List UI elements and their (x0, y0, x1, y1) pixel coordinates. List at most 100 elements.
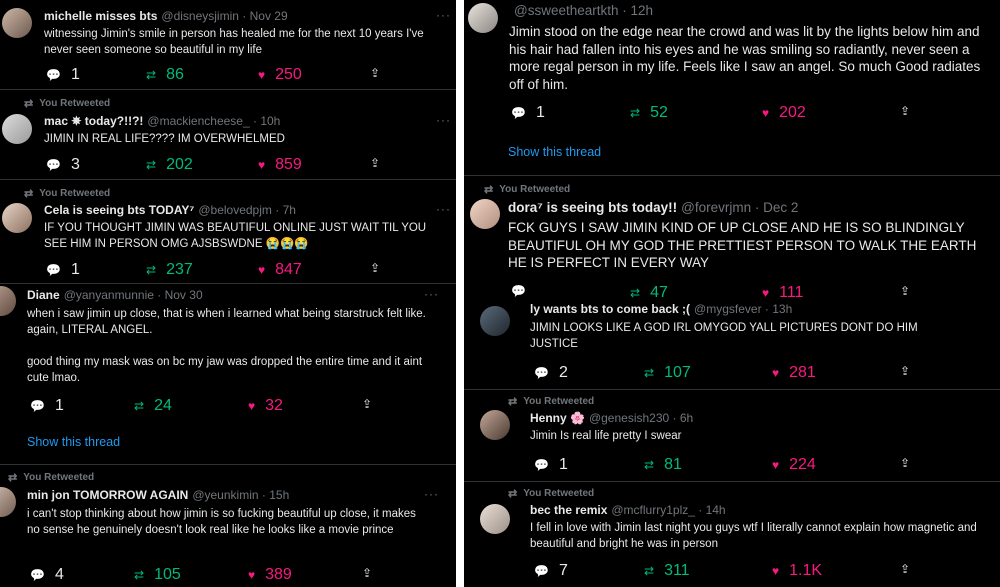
handle[interactable]: @mcflurry1plz_ (611, 503, 695, 517)
timestamp[interactable]: · 14h (698, 503, 725, 517)
reply-button[interactable]: 💬 (511, 284, 536, 298)
like-button[interactable]: ♥ 111 (762, 284, 803, 302)
timestamp[interactable]: · Nov 29 (242, 9, 287, 23)
tweet-card[interactable]: ⇄ You Retweeted dora⁷ is seeing bts today… (464, 176, 1000, 304)
share-button[interactable]: ⇪ (370, 261, 380, 275)
share-button[interactable]: ⇪ (900, 364, 910, 378)
tweet-card[interactable]: Diane @yanyanmunnie · Nov 30 ··· when i s… (0, 284, 456, 465)
share-button[interactable]: ⇪ (370, 156, 380, 170)
avatar[interactable] (2, 8, 32, 38)
avatar[interactable] (480, 410, 510, 440)
retweet-button[interactable]: ⇄ 24 (134, 397, 172, 415)
reply-button[interactable]: 💬 4 (30, 566, 64, 584)
like-button[interactable]: ♥ 1.1K (772, 562, 822, 580)
display-name[interactable]: min jon TOMORROW AGAIN (27, 488, 188, 502)
display-name[interactable]: bec the remix (530, 503, 607, 517)
display-name[interactable]: dora⁷ is seeing bts today!! (508, 200, 677, 215)
avatar[interactable] (480, 504, 510, 534)
like-button[interactable]: ♥ 859 (258, 156, 302, 174)
show-thread-link[interactable]: Show this thread (508, 145, 601, 159)
display-name[interactable]: Cela is seeing bts TODAY⁷ (44, 203, 194, 217)
tweet-card[interactable]: ⇄ You Retweeted mac ✵ today?!!?! @mackienc… (0, 90, 456, 180)
avatar[interactable] (470, 199, 500, 229)
display-name[interactable]: Henny 🌸 (530, 411, 585, 425)
retweet-button[interactable]: ⇄ 311 (644, 562, 690, 580)
share-button[interactable]: ⇪ (900, 456, 910, 470)
tweet-card[interactable]: michelle misses bts @disneysjimin · Nov 2… (0, 0, 456, 90)
share-button[interactable]: ⇪ (900, 562, 910, 576)
retweet-button[interactable]: ⇄ 202 (146, 156, 193, 174)
reply-button[interactable]: 💬 1 (511, 104, 545, 122)
retweet-button[interactable]: ⇄ 107 (644, 364, 691, 382)
display-name[interactable]: michelle misses bts (44, 9, 157, 23)
timestamp[interactable]: · 13h (765, 304, 792, 316)
avatar[interactable] (2, 203, 32, 233)
retweet-button[interactable]: ⇄ 81 (644, 456, 682, 474)
avatar[interactable] (0, 487, 16, 517)
handle[interactable]: @disneysjimin (161, 9, 239, 23)
display-name[interactable]: ly wants bts to come back ;( (530, 304, 690, 316)
like-button[interactable]: ♥ 224 (772, 456, 816, 474)
reply-button[interactable]: 💬 2 (534, 364, 568, 382)
tweet-card[interactable]: ⇄ You Retweeted bec the remix @mcflurry1pl… (464, 482, 1000, 587)
retweet-button[interactable]: ⇄ 52 (630, 104, 668, 122)
reply-button[interactable]: 💬 1 (30, 397, 64, 415)
avatar[interactable] (0, 286, 16, 316)
handle[interactable]: @belovedpjm (198, 203, 272, 217)
handle[interactable]: @yanyanmunnie (64, 288, 154, 302)
retweet-count: 86 (166, 66, 184, 83)
retweet-button[interactable]: ⇄ 237 (146, 261, 193, 279)
tweet-card[interactable]: ⇄ You Retweeted Cela is seeing bts TODAY⁷… (0, 180, 456, 284)
retweet-count: 52 (650, 104, 668, 121)
reply-icon: 💬 (46, 158, 61, 172)
timestamp[interactable]: · Nov 30 (157, 288, 202, 302)
more-icon[interactable]: ··· (424, 487, 439, 501)
handle[interactable]: @yeunkimin (192, 488, 258, 502)
timestamp[interactable]: · 6h (673, 411, 694, 425)
share-button[interactable]: ⇪ (900, 104, 910, 118)
like-button[interactable]: ♥ 202 (762, 104, 806, 122)
share-button[interactable]: ⇪ (362, 397, 372, 411)
handle[interactable]: @genesish230 (589, 411, 669, 425)
handle[interactable]: @ssweetheartkth (514, 3, 619, 18)
tweet-card[interactable]: ly wants bts to come back ;( @mygsfever ·… (464, 304, 1000, 390)
avatar[interactable] (468, 3, 498, 33)
like-button[interactable]: ♥ 389 (248, 566, 292, 584)
reply-button[interactable]: 💬 3 (46, 156, 80, 174)
display-name[interactable]: mac ✵ today?!!?! (44, 114, 143, 128)
more-icon[interactable]: ··· (436, 202, 451, 216)
more-icon[interactable]: ··· (436, 8, 451, 22)
timestamp[interactable]: · 15h (262, 488, 289, 502)
share-button[interactable]: ⇪ (370, 66, 380, 80)
avatar[interactable] (2, 114, 32, 144)
tweet-card[interactable]: ⇄ You Retweeted min jon TOMORROW AGAIN @ye… (0, 465, 456, 587)
handle[interactable]: @forevrjmn (681, 200, 751, 215)
reply-button[interactable]: 💬 1 (46, 66, 80, 84)
timestamp[interactable]: · 10h (253, 114, 280, 128)
like-button[interactable]: ♥ 847 (258, 261, 302, 279)
share-button[interactable]: ⇪ (900, 284, 910, 298)
reply-button[interactable]: 💬 1 (46, 261, 80, 279)
tweet-card[interactable]: ⇄ You Retweeted Henny 🌸 @genesish230 · 6h … (464, 390, 1000, 482)
handle[interactable]: @mackiencheese_ (147, 114, 249, 128)
avatar[interactable] (480, 306, 510, 336)
retweet-button[interactable]: ⇄ 47 (630, 284, 668, 302)
handle[interactable]: @mygsfever (694, 304, 762, 316)
retweet-button[interactable]: ⇄ 86 (146, 66, 184, 84)
like-count: 847 (275, 261, 302, 278)
more-icon[interactable]: ··· (436, 113, 451, 127)
like-button[interactable]: ♥ 281 (772, 364, 816, 382)
reply-button[interactable]: 💬 7 (534, 562, 568, 580)
more-icon[interactable]: ··· (424, 287, 439, 301)
display-name[interactable]: Diane (27, 288, 60, 302)
timestamp[interactable]: · 7h (275, 203, 296, 217)
like-button[interactable]: ♥ 250 (258, 66, 302, 84)
like-button[interactable]: ♥ 32 (248, 397, 283, 415)
share-button[interactable]: ⇪ (362, 566, 372, 580)
timestamp[interactable]: · Dec 2 (755, 200, 799, 215)
timestamp[interactable]: · 12h (622, 3, 653, 18)
tweet-card[interactable]: @ssweetheartkth · 12h Jimin stood on the… (464, 0, 1000, 176)
retweet-button[interactable]: ⇄ 105 (134, 566, 181, 584)
reply-button[interactable]: 💬 1 (534, 456, 568, 474)
show-thread-link[interactable]: Show this thread (27, 435, 120, 449)
